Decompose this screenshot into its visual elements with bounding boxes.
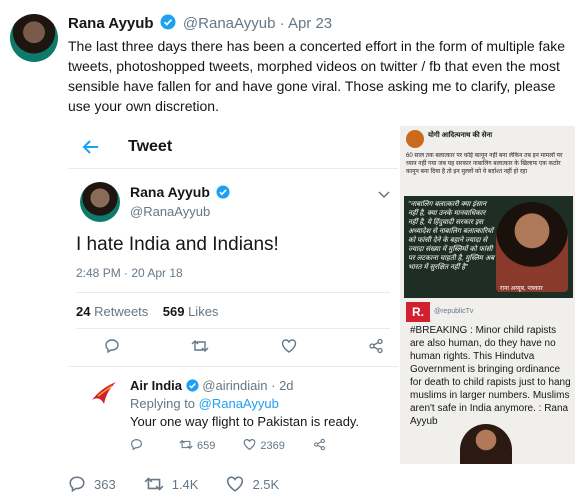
author-avatar[interactable] [10, 14, 58, 62]
retweet-button[interactable]: 1.4K [144, 475, 199, 493]
air-india-logo-icon [90, 380, 118, 411]
reply-button[interactable]: 363 [68, 475, 116, 493]
reply-icon [130, 438, 143, 454]
card-name-text: Rana Ayyub [130, 184, 210, 200]
republic-handle: @republicTv [434, 308, 474, 315]
tweet-text: The last three days there has been a con… [68, 38, 566, 114]
like-button[interactable]: 2.5K [226, 475, 279, 493]
card-action-bar [104, 338, 384, 359]
replying-handle: @RanaAyyub [198, 396, 279, 411]
author-handle[interactable]: @RanaAyyub [183, 15, 276, 32]
page-title: योगी आदित्यनाथ की सेना [428, 132, 493, 139]
fake-news-collage-image[interactable]: योगी आदित्यनाथ की सेना 60 साल तक बलात्का… [400, 126, 575, 464]
card-avatar [80, 182, 120, 222]
reply-icon [104, 338, 120, 359]
card-stats: 24 Retweets 569 Likes [76, 304, 218, 319]
reply-text: Your one way flight to Pakistan is ready… [130, 414, 360, 429]
reply-icon [69, 476, 85, 493]
hindi-quote: "नाबालिग बलात्कारी क्या इंसान नहीं है, क… [408, 201, 495, 271]
reply-header: Air India @airindiain · 2d [130, 378, 294, 395]
replying-to: Replying to @RanaAyyub [130, 396, 279, 411]
card-retweet-count: 24 [76, 304, 91, 319]
card-author-name: Rana Ayyub [130, 184, 230, 202]
portrait [496, 202, 568, 292]
page-post-text: 60 साल तक बलात्कार पर कोई कानून नहीं बना… [406, 153, 563, 175]
share-icon [368, 338, 384, 359]
card-like-label: Likes [188, 304, 219, 319]
reply-author-name: Air India [130, 378, 183, 393]
card-header-title: Tweet [128, 138, 173, 155]
reply-date: · 2d [271, 378, 294, 393]
tweet-date[interactable]: Apr 23 [288, 15, 332, 32]
page-avatar [406, 130, 424, 148]
card-author-handle: @RanaAyyub [130, 204, 211, 219]
card-tweet-time: 2:48 PM · 20 Apr 18 [76, 266, 183, 280]
fake-tweet-screenshot[interactable]: Tweet Rana Ayyub @RanaAyyub I hate India… [68, 126, 398, 464]
card-tweet-text: I hate India and Indians! [76, 234, 279, 255]
retweet-icon [144, 477, 164, 491]
verified-badge-icon [216, 185, 230, 202]
card-like-count: 569 [162, 304, 185, 319]
retweet-icon [179, 438, 193, 454]
small-portrait [460, 424, 512, 464]
reply-retweet-count: 659 [197, 440, 216, 452]
verified-badge-icon [160, 14, 176, 34]
reply-action-bar: 659 2369 [130, 438, 380, 454]
reply-author-handle: @airindiain [202, 378, 268, 393]
republic-logo-icon: R. [406, 302, 430, 322]
chevron-down-icon [378, 186, 390, 204]
tweet-action-bar: 363 1.4K 2.5K [68, 472, 307, 496]
quote-image: "नाबालिग बलात्कारी क्या इंसान नहीं है, क… [404, 196, 573, 298]
verified-badge-icon [186, 379, 199, 395]
retweet-count: 1.4K [171, 476, 199, 492]
tweet-header: Rana Ayyub @RanaAyyub · Apr 23 [68, 14, 332, 34]
card-retweet-label: Retweets [94, 304, 149, 319]
heart-icon [243, 438, 256, 454]
separator-dot: · [279, 15, 285, 32]
breaking-text: #BREAKING : Minor child rapists are also… [410, 325, 571, 427]
retweet-icon [191, 338, 209, 359]
back-arrow-icon[interactable] [82, 138, 100, 161]
heart-icon [281, 338, 297, 359]
share-icon [313, 438, 326, 454]
author-name[interactable]: Rana Ayyub [68, 15, 154, 32]
like-count: 2.5K [252, 476, 280, 492]
replying-prefix: Replying to [130, 396, 199, 411]
reply-count: 363 [94, 476, 116, 492]
portrait-caption: राना अय्यूब, पत्रकार [500, 286, 543, 292]
heart-icon [227, 476, 244, 492]
reply-like-count: 2369 [260, 440, 285, 452]
